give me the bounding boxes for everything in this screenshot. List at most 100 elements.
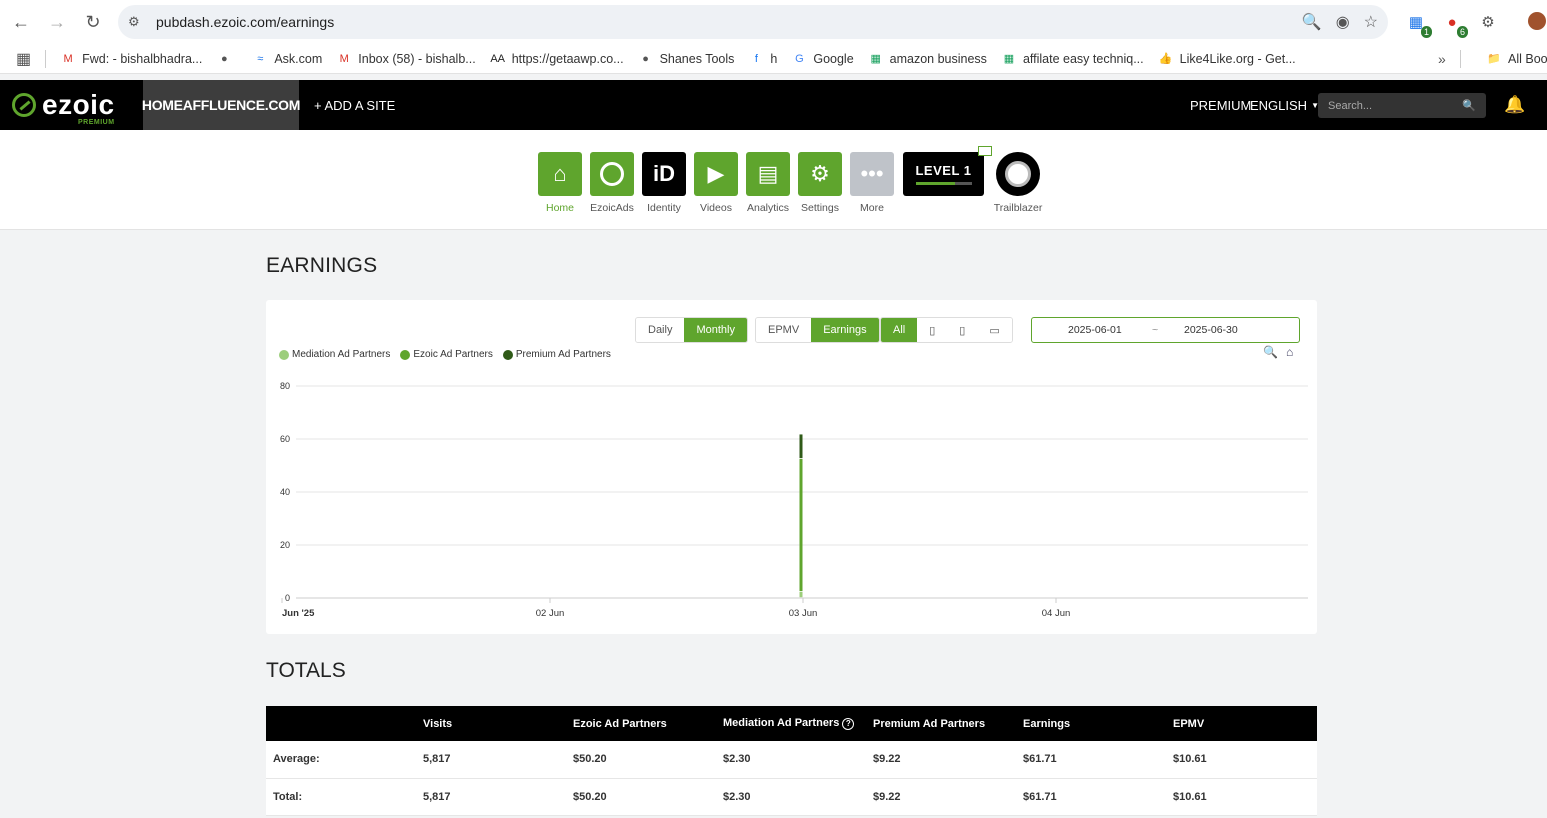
bell-icon[interactable]: 🔔	[1504, 95, 1525, 115]
site-settings-icon[interactable]: ⚙	[128, 14, 148, 30]
help-icon[interactable]: ?	[842, 717, 855, 730]
all-devices-toggle[interactable]: All	[881, 318, 918, 342]
ext-badge: 1	[1420, 26, 1432, 38]
ezoic-logo[interactable]: ezoic PREMIUM	[12, 88, 115, 126]
zoom-icon[interactable]: 🔍	[1263, 345, 1278, 359]
gmail-icon: M	[63, 52, 73, 65]
search-input[interactable]: Search...	[1328, 100, 1462, 112]
app-more[interactable]: ••• More	[850, 152, 894, 214]
bar-segment	[799, 434, 803, 459]
date-range-picker[interactable]: 2025-06-01 ~ 2025-06-30	[1031, 317, 1300, 343]
earnings-toggle[interactable]: Earnings	[811, 318, 879, 342]
tablet-icon[interactable]: ▯	[917, 318, 948, 342]
level-progress	[915, 182, 972, 185]
trailblazer-icon	[996, 152, 1040, 196]
google-icon: G	[795, 52, 804, 65]
bookmark-item[interactable]: ●	[216, 51, 238, 67]
x-tick-label: 04 Jun	[1042, 608, 1071, 619]
red-ext-icon[interactable]: ● 6	[1440, 10, 1468, 38]
mail-icon[interactable]	[978, 146, 992, 156]
bar-segment	[799, 591, 803, 598]
bar-segment	[799, 458, 803, 592]
app-home[interactable]: ⌂ Home	[538, 152, 582, 214]
app-trailblazer[interactable]: Trailblazer	[994, 152, 1042, 214]
mobile-icon[interactable]: ▯	[947, 318, 978, 342]
bookmark-item[interactable]: G Google	[791, 51, 854, 67]
table-header: Visits Ezoic Ad Partners Mediation Ad Part…	[266, 706, 1317, 741]
desktop-icon[interactable]: ▭	[977, 318, 1012, 342]
app-videos[interactable]: ▶ Videos	[694, 152, 738, 214]
reload-icon[interactable]: ↻	[81, 10, 105, 34]
forward-arrow-icon[interactable]: →	[45, 10, 69, 34]
table-cell: 5,817	[416, 741, 566, 779]
table-cell: $50.20	[566, 778, 716, 816]
site-tab[interactable]: HOMEAFFLUENCE.COM	[142, 80, 300, 130]
table-cell: $2.30	[716, 778, 866, 816]
table-row: Total: 5,817 $50.20 $2.30 $9.22 $61.71 $10.61	[266, 778, 1317, 816]
table-cell: Total:	[266, 778, 416, 816]
earnings-chart-card: Daily Monthly EPMV Earnings All ▯ ▯ ▭ 20…	[266, 300, 1317, 634]
identity-icon: iD	[642, 152, 686, 196]
language-select[interactable]: ENGLISH ▼	[1250, 80, 1319, 130]
bookmark-item[interactable]: 👍 Like4Like.org - Get...	[1158, 51, 1296, 67]
bookmark-item[interactable]: fh	[748, 51, 777, 67]
zoom-icon[interactable]: 🔍	[1302, 12, 1322, 32]
monthly-toggle[interactable]: Monthly	[684, 318, 747, 342]
app-ezoicads[interactable]: EzoicAds	[590, 152, 634, 214]
y-tick-label: 60	[280, 434, 290, 444]
totals-table: Visits Ezoic Ad Partners Mediation Ad Part…	[266, 706, 1317, 816]
table-cell: $10.61	[1166, 778, 1317, 816]
table-cell: $50.20	[566, 741, 716, 779]
home-reset-icon[interactable]: ⌂	[1286, 345, 1293, 359]
search-icon[interactable]: 🔍	[1462, 99, 1476, 112]
gear-icon: ⚙	[798, 152, 842, 196]
legend-dot	[400, 349, 411, 360]
address-bar[interactable]: ⚙ pubdash.ezoic.com/earnings 🔍 ◉ ☆	[118, 5, 1388, 39]
legend-dot	[279, 349, 289, 360]
level-badge[interactable]: LEVEL 1	[903, 146, 992, 196]
aawp-icon: AA	[490, 52, 506, 65]
table-cell: $2.30	[716, 741, 866, 779]
bookmark-item[interactable]: ≈ Ask.com	[252, 51, 322, 67]
apps-grid-icon[interactable]: ▦	[16, 49, 31, 69]
header-search[interactable]: Search... 🔍	[1318, 93, 1486, 118]
profile-avatar[interactable]	[1528, 12, 1546, 30]
premium-link[interactable]: PREMIUM	[1190, 80, 1251, 130]
column-header	[266, 706, 416, 741]
epmv-toggle[interactable]: EPMV	[756, 318, 812, 342]
url-text: pubdash.ezoic.com/earnings	[156, 14, 335, 30]
gmail-icon: M	[339, 52, 349, 65]
bookmark-item[interactable]: ▦ amazon business	[868, 51, 986, 67]
eye-slash-icon[interactable]: ◉	[1336, 12, 1350, 32]
thumb-icon: 👍	[1158, 53, 1173, 65]
app-settings[interactable]: ⚙ Settings	[798, 152, 842, 214]
bookmark-item[interactable]: AA https://getaawp.co...	[490, 51, 623, 67]
facebook-icon: f	[754, 52, 758, 65]
videos-icon: ▶	[694, 152, 738, 196]
device-toggle: All ▯ ▯ ▭	[880, 317, 1013, 343]
table-cell: 5,817	[416, 778, 566, 816]
legend-premium[interactable]: Premium Ad Partners	[502, 349, 611, 360]
column-header: Visits	[416, 706, 566, 741]
legend-ezoic[interactable]: Ezoic Ad Partners	[400, 349, 493, 360]
all-bookmarks[interactable]: 📁 All Boo	[1486, 51, 1547, 67]
column-header: Earnings	[1016, 706, 1166, 741]
analytics-icon: ▤	[746, 152, 790, 196]
puzzle-ext-icon[interactable]: ▦ 1	[1404, 10, 1432, 38]
star-icon[interactable]: ☆	[1364, 12, 1378, 32]
add-site-button[interactable]: + ADD A SITE	[314, 80, 395, 130]
daily-toggle[interactable]: Daily	[636, 318, 685, 342]
bookmark-item[interactable]: M Inbox (58) - bishalb...	[336, 51, 476, 67]
bookmark-item[interactable]: ▦ affilate easy techniq...	[1001, 51, 1144, 67]
back-arrow-icon[interactable]: ←	[9, 10, 33, 34]
table-row: Average: 5,817 $50.20 $2.30 $9.22 $61.71 $10.6…	[266, 741, 1317, 779]
legend-mediation[interactable]: Mediation Ad Partners	[279, 349, 390, 360]
app-analytics[interactable]: ▤ Analytics	[746, 152, 790, 214]
bookmark-item[interactable]: ● Shanes Tools	[638, 51, 734, 67]
app-identity[interactable]: iD Identity	[642, 152, 686, 214]
extensions-icon[interactable]: ⚙	[1476, 10, 1500, 34]
more-bookmarks-icon[interactable]: »	[1438, 51, 1446, 67]
globe-icon: ●	[221, 52, 228, 65]
bookmark-item[interactable]: M Fwd: - bishalbhadra...	[60, 51, 203, 67]
table-cell: $9.22	[866, 778, 1016, 816]
